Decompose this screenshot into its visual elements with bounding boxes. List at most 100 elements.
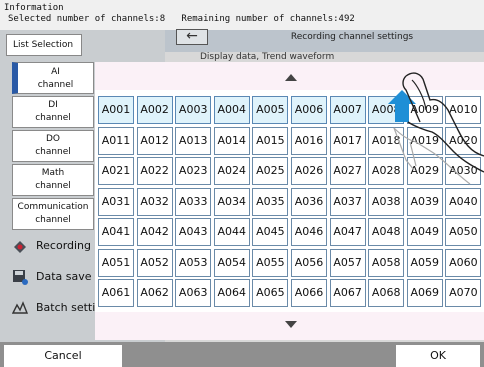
channel-cell[interactable]: A059 [406, 248, 443, 277]
channel-cell[interactable]: A045 [252, 218, 289, 246]
channel-cell[interactable]: A067 [329, 279, 366, 307]
channel-cell[interactable]: A064 [213, 279, 250, 307]
data-save-icon [13, 270, 28, 285]
back-button[interactable]: ← [176, 29, 208, 45]
channel-cell[interactable]: A068 [368, 279, 405, 307]
channel-cell[interactable]: A004 [213, 96, 250, 124]
channel-cell[interactable]: A010 [445, 96, 482, 124]
channel-cell[interactable]: A006 [291, 96, 327, 124]
channel-cell[interactable]: A048 [368, 218, 405, 246]
triangle-up-icon [285, 74, 297, 81]
channel-cell[interactable]: A047 [329, 218, 366, 246]
channel-cell[interactable]: A023 [175, 157, 212, 185]
channel-cell[interactable]: A022 [136, 157, 173, 185]
channel-cell[interactable]: A040 [445, 187, 482, 216]
channel-cell[interactable]: A005 [252, 96, 289, 124]
channel-cell[interactable]: A003 [175, 96, 212, 124]
channel-cell[interactable]: A036 [291, 187, 327, 216]
channel-type-di-name: DI [48, 100, 58, 110]
cancel-button[interactable]: Cancel [4, 345, 122, 367]
channel-cell[interactable]: A042 [136, 218, 173, 246]
channel-cell[interactable]: A007 [329, 96, 366, 124]
channel-type-communication-sub: channel [35, 215, 71, 225]
channel-cell[interactable]: A027 [329, 157, 366, 185]
channel-cell[interactable]: A060 [445, 248, 482, 277]
channel-cell[interactable]: A025 [252, 157, 289, 185]
channel-cell[interactable]: A043 [175, 218, 212, 246]
channel-cell[interactable]: A061 [98, 279, 134, 307]
page-title: Recording channel settings [290, 32, 414, 42]
channel-type-math-name: Math [41, 168, 65, 178]
channel-cell[interactable]: A051 [98, 248, 134, 277]
back-arrow-icon: ← [186, 28, 198, 44]
channel-cell[interactable]: A053 [175, 248, 212, 277]
channel-type-di[interactable]: DI channel [12, 96, 94, 128]
channel-cell[interactable]: A037 [329, 187, 366, 216]
channel-cell[interactable]: A063 [175, 279, 212, 307]
channel-cell[interactable]: A008 [368, 96, 405, 124]
channel-cell[interactable]: A018 [368, 126, 405, 155]
channel-cell[interactable]: A046 [291, 218, 327, 246]
channel-cell[interactable]: A030 [445, 157, 482, 185]
batch-icon [12, 301, 28, 314]
scroll-up-button[interactable] [95, 62, 484, 90]
channel-type-do[interactable]: DO channel [12, 130, 94, 162]
channel-cell[interactable]: A002 [136, 96, 173, 124]
channel-cell[interactable]: A024 [213, 157, 250, 185]
channel-type-ai-name: AI [51, 67, 60, 77]
scroll-down-button[interactable] [95, 312, 484, 340]
remaining-count: Remaining number of channels:492 [181, 14, 355, 24]
channel-cell[interactable]: A057 [329, 248, 366, 277]
channel-type-ai-sub: channel [37, 80, 74, 90]
channel-cell[interactable]: A013 [175, 126, 212, 155]
channel-cell[interactable]: A032 [136, 187, 173, 216]
channel-cell[interactable]: A066 [291, 279, 327, 307]
channel-cell[interactable]: A034 [213, 187, 250, 216]
channel-cell[interactable]: A015 [252, 126, 289, 155]
channel-cell[interactable]: A031 [98, 187, 134, 216]
channel-cell[interactable]: A055 [252, 248, 289, 277]
channel-cell[interactable]: A070 [445, 279, 482, 307]
channel-cell[interactable]: A056 [291, 248, 327, 277]
channel-type-ai[interactable]: AI channel [12, 62, 94, 94]
channel-cell[interactable]: A009 [406, 96, 443, 124]
channel-cell[interactable]: A058 [368, 248, 405, 277]
channel-cell[interactable]: A017 [329, 126, 366, 155]
channel-type-communication[interactable]: Communication channel [12, 198, 94, 230]
channel-cell[interactable]: A038 [368, 187, 405, 216]
channel-cell[interactable]: A049 [406, 218, 443, 246]
channel-cell[interactable]: A014 [213, 126, 250, 155]
channel-type-math[interactable]: Math channel [12, 164, 94, 196]
selected-count: Selected number of channels:8 [8, 14, 166, 24]
list-selection-label: List Selection [6, 34, 82, 56]
channel-cell[interactable]: A021 [98, 157, 134, 185]
recording-icon [14, 241, 26, 253]
info-bar: Information Selected number of channels:… [0, 0, 484, 30]
info-title: Information [4, 3, 64, 13]
channel-cell[interactable]: A065 [252, 279, 289, 307]
channel-cell[interactable]: A029 [406, 157, 443, 185]
ok-button[interactable]: OK [396, 345, 480, 367]
channel-cell[interactable]: A050 [445, 218, 482, 246]
channel-cell[interactable]: A026 [291, 157, 327, 185]
channel-cell[interactable]: A011 [98, 126, 134, 155]
channel-cell[interactable]: A016 [291, 126, 327, 155]
triangle-down-icon [285, 321, 297, 328]
channel-cell[interactable]: A028 [368, 157, 405, 185]
channel-cell[interactable]: A001 [98, 96, 134, 124]
display-data-label: Display data, Trend waveform [200, 52, 335, 62]
channel-cell[interactable]: A035 [252, 187, 289, 216]
channel-cell[interactable]: A019 [406, 126, 443, 155]
channel-cell[interactable]: A054 [213, 248, 250, 277]
channel-cell[interactable]: A020 [445, 126, 482, 155]
channel-cell[interactable]: A044 [213, 218, 250, 246]
channel-cell[interactable]: A041 [98, 218, 134, 246]
channel-cell[interactable]: A062 [136, 279, 173, 307]
channel-cell[interactable]: A052 [136, 248, 173, 277]
channel-cell[interactable]: A033 [175, 187, 212, 216]
channel-cell[interactable]: A039 [406, 187, 443, 216]
channel-type-math-sub: channel [35, 181, 71, 191]
channel-cell[interactable]: A012 [136, 126, 173, 155]
channel-type-communication-name: Communication [17, 202, 89, 212]
channel-cell[interactable]: A069 [406, 279, 443, 307]
